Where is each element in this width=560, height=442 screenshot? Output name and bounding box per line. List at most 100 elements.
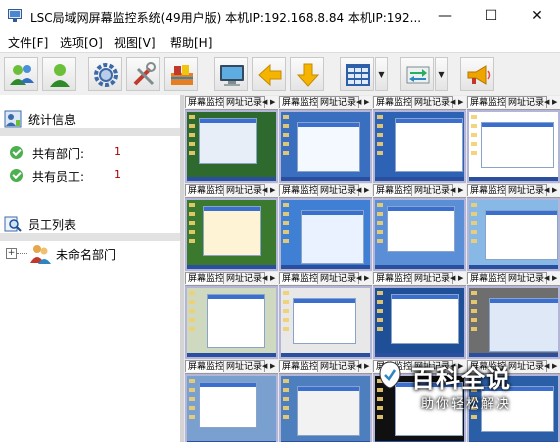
layout-button[interactable] — [340, 57, 374, 91]
tab-screen-monitor[interactable]: 屏幕监控 — [467, 184, 510, 196]
download-button[interactable] — [290, 57, 324, 91]
tab-scroll-right-icon[interactable]: ▶ — [552, 97, 557, 107]
tab-scroll-right-icon[interactable]: ▶ — [270, 185, 275, 195]
screen-thumbnail[interactable] — [467, 198, 560, 271]
tab-screen-monitor[interactable]: 屏幕监控 — [185, 272, 228, 284]
tab-scroll-left-icon[interactable]: ◀ — [356, 361, 361, 371]
screen-cell[interactable]: 屏幕监控网址记录◀▶ — [279, 184, 372, 271]
tools-button[interactable] — [126, 57, 160, 91]
settings-button[interactable] — [88, 57, 122, 91]
menu-options[interactable]: 选项[O] — [60, 34, 103, 51]
back-button[interactable] — [252, 57, 286, 91]
screen-thumbnail[interactable] — [279, 374, 372, 442]
tab-url-record[interactable]: 网址记录 — [505, 96, 548, 108]
transfer-dropdown[interactable]: ▼ — [435, 57, 448, 91]
screen-thumbnail[interactable] — [279, 286, 372, 359]
screen-cell[interactable]: 屏幕监控网址记录◀▶ — [373, 272, 466, 359]
tab-url-record[interactable]: 网址记录 — [317, 360, 360, 372]
screen-cell[interactable]: 屏幕监控网址记录◀▶ — [185, 360, 278, 442]
tab-scroll-left-icon[interactable]: ◀ — [450, 273, 455, 283]
tab-url-record[interactable]: 网址记录 — [317, 272, 360, 284]
tab-url-record[interactable]: 网址记录 — [223, 272, 266, 284]
screen-thumbnail[interactable] — [279, 198, 372, 271]
broadcast-button[interactable] — [460, 57, 494, 91]
tab-scroll-left-icon[interactable]: ◀ — [262, 185, 267, 195]
screen-cell[interactable]: 屏幕监控网址记录◀▶ — [185, 272, 278, 359]
tab-screen-monitor[interactable]: 屏幕监控 — [185, 184, 228, 196]
tab-scroll-left-icon[interactable]: ◀ — [544, 273, 549, 283]
tab-screen-monitor[interactable]: 屏幕监控 — [279, 184, 322, 196]
tab-scroll-right-icon[interactable]: ▶ — [458, 273, 463, 283]
screen-thumbnail[interactable] — [185, 110, 278, 183]
layout-dropdown[interactable]: ▼ — [375, 57, 388, 91]
minimize-button[interactable]: — — [422, 0, 468, 32]
screen-cell[interactable]: 屏幕监控网址记录◀▶ — [467, 272, 560, 359]
tab-url-record[interactable]: 网址记录 — [223, 184, 266, 196]
tab-scroll-left-icon[interactable]: ◀ — [544, 97, 549, 107]
screen-thumbnail[interactable] — [185, 286, 278, 359]
screen-thumbnail[interactable] — [279, 110, 372, 183]
tab-scroll-left-icon[interactable]: ◀ — [262, 97, 267, 107]
tab-scroll-right-icon[interactable]: ▶ — [270, 273, 275, 283]
expand-icon[interactable]: + — [6, 248, 17, 259]
tree-item-unnamed-department[interactable]: + 未命名部门 — [6, 243, 176, 265]
tab-screen-monitor[interactable]: 屏幕监控 — [279, 272, 322, 284]
menu-view[interactable]: 视图[V] — [114, 34, 156, 51]
tab-scroll-right-icon[interactable]: ▶ — [364, 361, 369, 371]
tab-screen-monitor[interactable]: 屏幕监控 — [467, 96, 510, 108]
maximize-button[interactable]: ☐ — [468, 0, 514, 32]
tab-url-record[interactable]: 网址记录 — [505, 184, 548, 196]
menu-help[interactable]: 帮助[H] — [170, 34, 212, 51]
user-button[interactable] — [42, 57, 76, 91]
tab-scroll-left-icon[interactable]: ◀ — [450, 97, 455, 107]
screen-thumbnail[interactable] — [185, 374, 278, 442]
tab-scroll-right-icon[interactable]: ▶ — [458, 97, 463, 107]
tab-screen-monitor[interactable]: 屏幕监控 — [373, 96, 416, 108]
tab-scroll-left-icon[interactable]: ◀ — [262, 273, 267, 283]
tab-url-record[interactable]: 网址记录 — [317, 184, 360, 196]
tab-url-record[interactable]: 网址记录 — [505, 272, 548, 284]
tab-scroll-left-icon[interactable]: ◀ — [544, 361, 549, 371]
screen-cell[interactable]: 屏幕监控网址记录◀▶ — [373, 96, 466, 183]
tab-screen-monitor[interactable]: 屏幕监控 — [467, 272, 510, 284]
tab-scroll-left-icon[interactable]: ◀ — [356, 97, 361, 107]
tab-url-record[interactable]: 网址记录 — [223, 96, 266, 108]
close-button[interactable]: ✕ — [514, 0, 560, 32]
screen-cell[interactable]: 屏幕监控网址记录◀▶ — [373, 184, 466, 271]
tab-scroll-right-icon[interactable]: ▶ — [364, 97, 369, 107]
monitor-button[interactable] — [214, 57, 248, 91]
screen-cell[interactable]: 屏幕监控网址记录◀▶ — [185, 96, 278, 183]
tab-url-record[interactable]: 网址记录 — [411, 272, 454, 284]
tab-scroll-right-icon[interactable]: ▶ — [552, 273, 557, 283]
tab-scroll-left-icon[interactable]: ◀ — [262, 361, 267, 371]
screen-thumbnail[interactable] — [185, 198, 278, 271]
screen-cell[interactable]: 屏幕监控网址记录◀▶ — [279, 272, 372, 359]
tab-scroll-left-icon[interactable]: ◀ — [450, 185, 455, 195]
tab-screen-monitor[interactable]: 屏幕监控 — [373, 272, 416, 284]
screen-thumbnail[interactable] — [373, 286, 466, 359]
screen-cell[interactable]: 屏幕监控网址记录◀▶ — [185, 184, 278, 271]
screen-cell[interactable]: 屏幕监控网址记录◀▶ — [279, 360, 372, 442]
tab-url-record[interactable]: 网址记录 — [411, 184, 454, 196]
tab-scroll-right-icon[interactable]: ▶ — [270, 97, 275, 107]
tab-scroll-left-icon[interactable]: ◀ — [356, 185, 361, 195]
tab-scroll-right-icon[interactable]: ▶ — [270, 361, 275, 371]
screen-thumbnail[interactable] — [467, 286, 560, 359]
screen-thumbnail[interactable] — [467, 110, 560, 183]
tab-screen-monitor[interactable]: 屏幕监控 — [279, 360, 322, 372]
tab-url-record[interactable]: 网址记录 — [223, 360, 266, 372]
tab-screen-monitor[interactable]: 屏幕监控 — [185, 360, 228, 372]
books-button[interactable] — [164, 57, 198, 91]
tab-url-record[interactable]: 网址记录 — [411, 96, 454, 108]
tab-scroll-right-icon[interactable]: ▶ — [552, 185, 557, 195]
screen-cell[interactable]: 屏幕监控网址记录◀▶ — [467, 96, 560, 183]
screen-thumbnail[interactable] — [373, 110, 466, 183]
screen-cell[interactable]: 屏幕监控网址记录◀▶ — [279, 96, 372, 183]
tab-screen-monitor[interactable]: 屏幕监控 — [373, 184, 416, 196]
tab-scroll-right-icon[interactable]: ▶ — [458, 185, 463, 195]
add-users-button[interactable] — [4, 57, 38, 91]
menu-file[interactable]: 文件[F] — [8, 34, 48, 51]
tab-scroll-left-icon[interactable]: ◀ — [544, 185, 549, 195]
tab-screen-monitor[interactable]: 屏幕监控 — [279, 96, 322, 108]
tab-url-record[interactable]: 网址记录 — [317, 96, 360, 108]
